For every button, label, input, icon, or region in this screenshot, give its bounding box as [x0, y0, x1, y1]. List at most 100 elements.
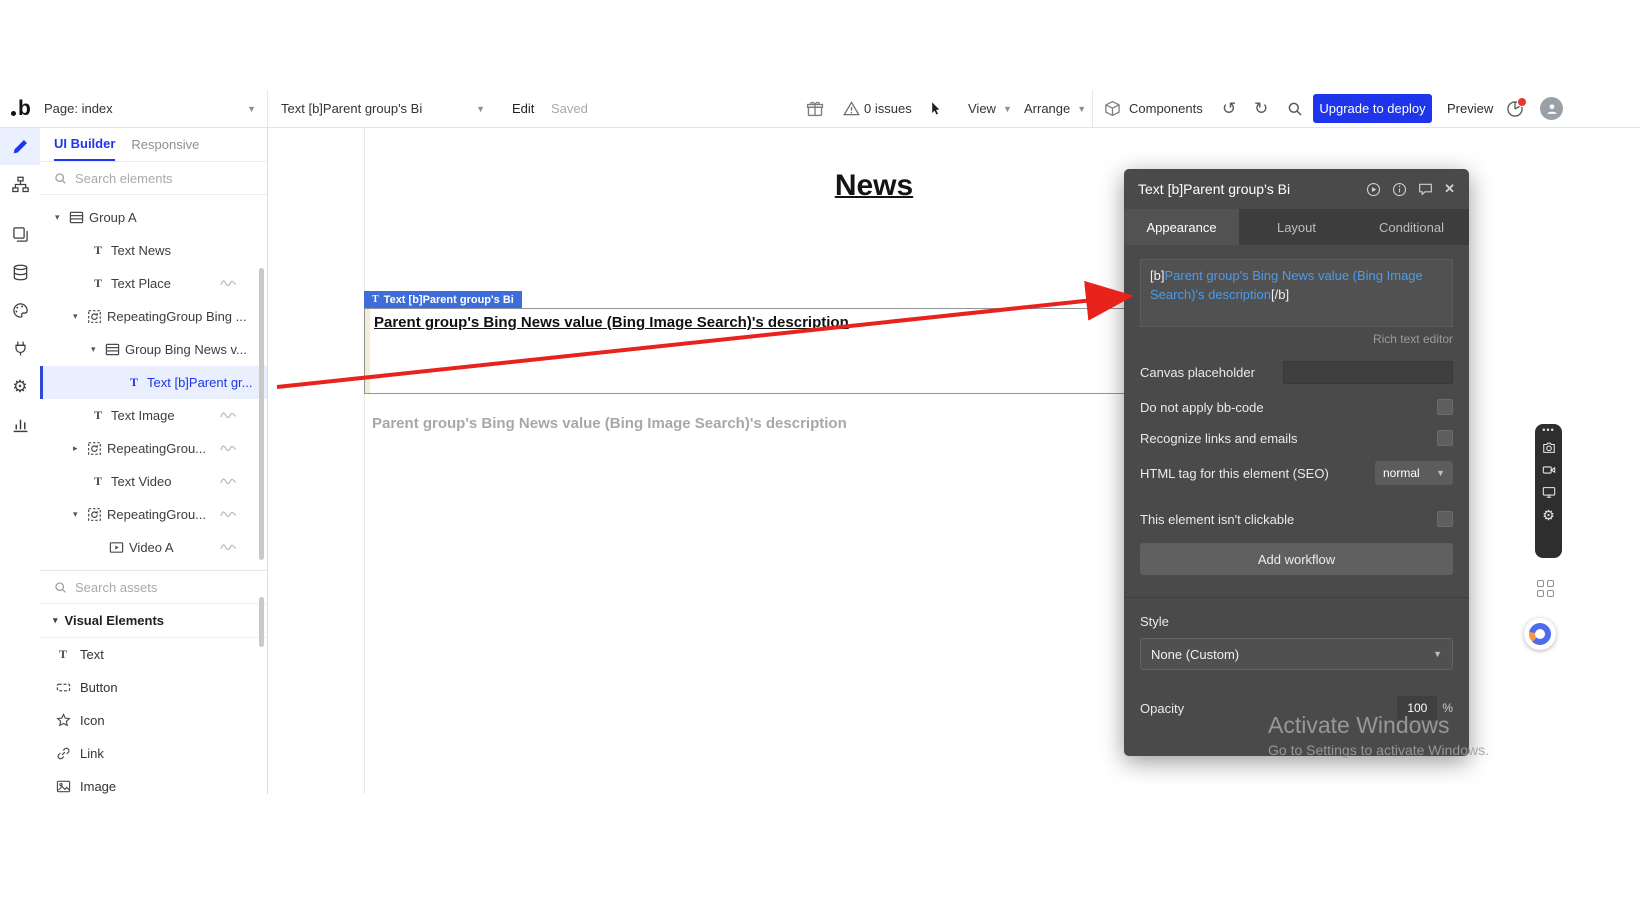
tree-item-text-news[interactable]: T Text News — [40, 234, 267, 267]
tree-item-group-bing-news[interactable]: ▾ Group Bing News v... — [40, 333, 267, 366]
not-clickable-checkbox[interactable] — [1437, 511, 1453, 527]
screenshot-camera-icon[interactable] — [1542, 441, 1556, 455]
caret-down-icon[interactable]: ▾ — [73, 509, 86, 520]
gift-icon[interactable] — [806, 90, 824, 127]
tree-item-text-image[interactable]: T Text Image — [40, 399, 267, 432]
style-label: Style — [1140, 614, 1453, 629]
screen-capture-toolbar: ••• ⚙ — [1535, 424, 1562, 558]
image-icon — [55, 779, 71, 795]
design-tab-pencil-icon[interactable] — [0, 127, 40, 165]
usage-pie-icon[interactable] — [1506, 90, 1524, 127]
palette-item-label: Text — [80, 647, 104, 662]
components-button[interactable]: Components — [1104, 90, 1203, 127]
cursor-tool-icon[interactable] — [928, 90, 943, 127]
tab-ui-builder[interactable]: UI Builder — [54, 127, 115, 161]
palette-item-text[interactable]: T Text — [40, 638, 267, 671]
tree-item-text-place[interactable]: T Text Place — [40, 267, 267, 300]
apps-grid-icon[interactable] — [1537, 580, 1555, 598]
page-selector-dropdown[interactable]: Page: index ▼ — [44, 90, 256, 127]
palette-item-icon[interactable]: Icon — [40, 704, 267, 737]
palette-item-link[interactable]: Link — [40, 737, 267, 770]
caret-right-icon[interactable]: ▸ — [73, 443, 86, 454]
search-icon — [54, 172, 67, 185]
run-play-icon[interactable] — [1366, 182, 1381, 197]
caret-down-icon[interactable]: ▾ — [73, 311, 86, 322]
tree-scrollbar[interactable] — [259, 268, 264, 560]
palette-scrollbar[interactable] — [259, 597, 264, 647]
rich-text-content-editor[interactable]: [b]Parent group's Bing News value (Bing … — [1140, 259, 1453, 327]
more-options-icon[interactable]: ••• — [1542, 427, 1554, 433]
property-editor-header[interactable]: Text [b]Parent group's Bi ✕ — [1124, 169, 1469, 209]
element-selector-dropdown[interactable]: Text [b]Parent group's Bi ▼ — [281, 90, 485, 127]
tree-item-repeatinggroup-2[interactable]: ▸ RepeatingGrou... — [40, 432, 267, 465]
bb-code-checkbox[interactable] — [1437, 399, 1453, 415]
plugins-plug-icon[interactable] — [0, 329, 40, 367]
tab-responsive[interactable]: Responsive — [131, 127, 199, 161]
user-avatar[interactable] — [1540, 90, 1563, 127]
assistant-logo-icon[interactable] — [1524, 618, 1556, 650]
tree-item-label: Text Place — [111, 276, 171, 291]
saved-status: Saved — [551, 90, 588, 127]
button-icon — [55, 680, 71, 696]
elements-panel: UI Builder Responsive Search elements ▾ … — [40, 127, 268, 794]
bubble-logo[interactable]: b — [11, 90, 31, 127]
visual-elements-header[interactable]: ▾ Visual Elements — [40, 604, 267, 638]
opacity-input[interactable] — [1397, 696, 1437, 720]
data-database-icon[interactable] — [0, 253, 40, 291]
search-assets-input[interactable]: Search assets — [40, 570, 267, 604]
workflow-sitemap-icon[interactable] — [0, 165, 40, 203]
tab-conditional[interactable]: Conditional — [1354, 209, 1469, 245]
caret-down-icon[interactable]: ▾ — [55, 212, 68, 223]
preview-button[interactable]: Preview — [1447, 90, 1493, 127]
styles-palette-icon[interactable] — [0, 291, 40, 329]
bb-code-label: Do not apply bb-code — [1140, 400, 1264, 415]
edit-mode-label[interactable]: Edit — [512, 90, 534, 127]
capture-settings-gear-icon[interactable]: ⚙ — [1542, 507, 1555, 524]
logs-chart-icon[interactable] — [0, 405, 40, 443]
info-icon[interactable] — [1392, 182, 1407, 197]
link-icon — [55, 746, 71, 762]
redo-icon[interactable]: ↻ — [1254, 90, 1268, 127]
tree-item-label: RepeatingGroup Bing ... — [107, 309, 246, 324]
undo-icon[interactable]: ↺ — [1222, 90, 1236, 127]
style-select[interactable]: None (Custom) ▼ — [1140, 638, 1453, 670]
caret-down-icon[interactable]: ▾ — [91, 344, 104, 355]
tab-appearance[interactable]: Appearance — [1124, 209, 1239, 245]
palette-item-label: Image — [80, 779, 116, 794]
property-editor: Text [b]Parent group's Bi ✕ Appearance L… — [1124, 169, 1469, 756]
tree-item-text-parent-selected[interactable]: T Text [b]Parent gr... — [40, 366, 267, 399]
pages-cards-icon[interactable] — [0, 215, 40, 253]
tree-item-repeatinggroup-bing[interactable]: ▾ RepeatingGroup Bing ... — [40, 300, 267, 333]
search-icon[interactable] — [1287, 90, 1303, 127]
rich-text-editor-link[interactable]: Rich text editor — [1140, 332, 1453, 346]
capture-window-icon[interactable] — [1542, 485, 1556, 499]
page-left-edge — [364, 127, 365, 794]
html-tag-select[interactable]: normal ▼ — [1375, 461, 1453, 485]
text-icon: T — [90, 474, 106, 490]
search-elements-input[interactable]: Search elements — [40, 162, 267, 195]
palette-item-button[interactable]: Button — [40, 671, 267, 704]
tree-item-repeatinggroup-3[interactable]: ▾ RepeatingGrou... — [40, 498, 267, 531]
arrange-menu[interactable]: Arrange▼ — [1024, 90, 1086, 127]
canvas-placeholder-label: Canvas placeholder — [1140, 365, 1255, 380]
comment-icon[interactable] — [1418, 182, 1433, 197]
selected-text-element[interactable]: Parent group's Bing News value (Bing Ima… — [364, 308, 1126, 394]
settings-gear-icon[interactable]: ⚙ — [0, 367, 40, 405]
record-video-icon[interactable] — [1542, 463, 1556, 477]
tab-layout[interactable]: Layout — [1239, 209, 1354, 245]
recognize-links-checkbox[interactable] — [1437, 430, 1453, 446]
view-menu[interactable]: View▼ — [968, 90, 1012, 127]
palette-item-image[interactable]: Image — [40, 770, 267, 803]
add-workflow-button[interactable]: Add workflow — [1140, 543, 1453, 575]
canvas-placeholder-input[interactable] — [1283, 361, 1453, 384]
tree-item-text-video[interactable]: T Text Video — [40, 465, 267, 498]
close-icon[interactable]: ✕ — [1444, 181, 1455, 197]
selected-element-tag[interactable]: T Text [b]Parent group's Bi — [364, 291, 522, 308]
tree-item-label: Text Image — [111, 408, 175, 423]
palette-item-label: Button — [80, 680, 118, 695]
issues-counter[interactable]: 0 issues — [864, 90, 912, 127]
tree-item-video-a[interactable]: Video A — [40, 531, 267, 564]
top-toolbar: b Page: index ▼ Text [b]Parent group's B… — [0, 90, 1640, 128]
upgrade-to-deploy-button[interactable]: Upgrade to deploy — [1313, 94, 1432, 123]
tree-item-group-a[interactable]: ▾ Group A — [40, 201, 267, 234]
